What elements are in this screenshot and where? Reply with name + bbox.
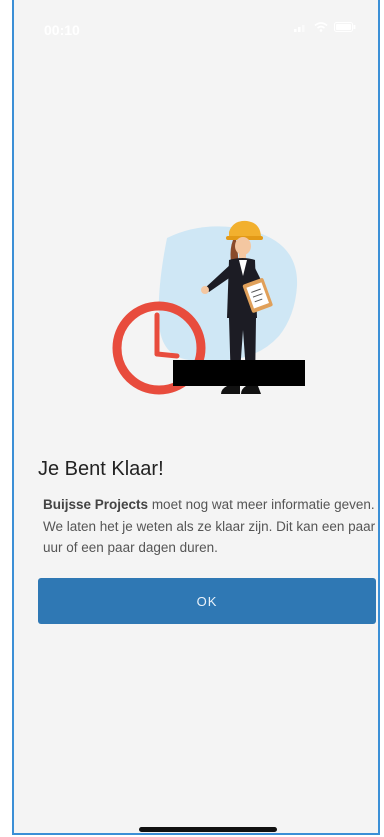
phone-screen: 00:10 Je Bent Klaar! Buijsse Projects mo… — [12, 0, 380, 835]
wifi-icon — [314, 22, 328, 32]
ok-button[interactable]: OK — [38, 578, 376, 624]
status-time: 00:10 — [44, 22, 80, 38]
battery-icon — [334, 22, 356, 32]
company-name: Buijsse Projects — [43, 497, 149, 512]
home-indicator — [139, 827, 277, 832]
info-message: Buijsse Projects moet nog wat meer infor… — [43, 494, 378, 559]
redaction-block — [173, 360, 305, 386]
status-bar: 00:10 — [14, 0, 378, 60]
status-icons — [294, 22, 356, 32]
signal-icon — [294, 25, 305, 32]
page-title: Je Bent Klaar! — [38, 458, 164, 480]
